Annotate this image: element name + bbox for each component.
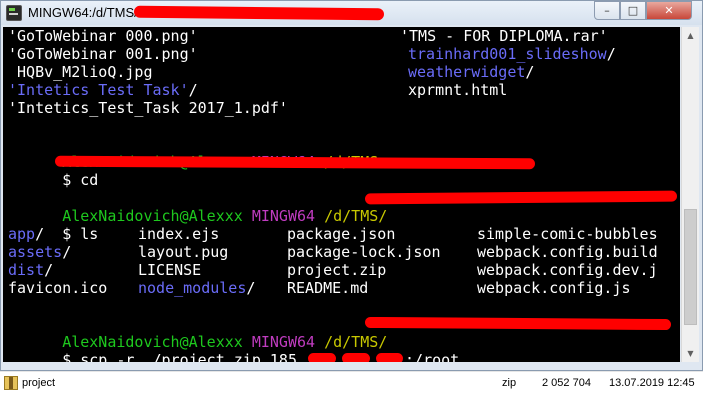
vertical-scrollbar[interactable]: ▲ ▼ xyxy=(681,27,699,362)
file-date: 13.07.2019 12:45 xyxy=(609,377,695,389)
directory-entry: node_modules xyxy=(138,279,247,297)
file-entry: LICENSE xyxy=(138,261,202,279)
file-entry: 'Intetics_Test_Task 2017_1.pdf' xyxy=(8,99,288,117)
file-entry: webpack.config.js xyxy=(477,279,631,297)
close-button[interactable]: ✕ xyxy=(646,1,692,20)
listing-row: 'Intetics_Test_Task 2017_1.pdf' xyxy=(8,99,288,117)
dir-slash: / xyxy=(62,243,72,261)
command-text: $ ls xyxy=(62,225,99,243)
maximize-icon: □ xyxy=(627,4,639,17)
shell-prompt: AlexNaidovich@Alexxx MINGW64 /d/TMS/ xyxy=(8,189,387,225)
redaction-mark xyxy=(364,190,678,205)
zip-file-icon xyxy=(4,376,18,390)
file-type: zip xyxy=(502,377,517,389)
command-text: $ cd xyxy=(62,171,108,189)
redaction-mark xyxy=(364,316,672,331)
title-bar[interactable]: MINGW64:/d/TMS/ – □ ✕ xyxy=(1,1,702,25)
listing-row: 'GoToWebinar 001.png' trainhard001_slide… xyxy=(8,45,616,63)
directory-entry: dist xyxy=(8,261,45,279)
dir-slash: / xyxy=(35,225,45,243)
scroll-down-icon[interactable]: ▼ xyxy=(682,345,699,362)
title-redaction xyxy=(133,5,385,21)
shell-prompt: AlexNaidovich@Alexxx MINGW64 /d/TMS xyxy=(8,135,378,171)
redacted-ip xyxy=(306,351,405,362)
listing-row: assets/ layout.pug package-lock.json web… xyxy=(8,243,658,261)
file-entry: package-lock.json xyxy=(287,243,441,261)
file-entry: index.ejs xyxy=(138,225,220,243)
terminal-app-icon xyxy=(6,5,22,21)
listing-row: 'Intetics Test Task'/ xprmnt.html xyxy=(8,81,507,99)
file-entry: layout.pug xyxy=(138,243,229,261)
minimize-icon: – xyxy=(604,4,610,17)
file-entry: 'GoToWebinar 001.png' xyxy=(8,45,198,63)
maximize-button[interactable]: □ xyxy=(620,1,646,20)
dir-slash: / xyxy=(44,261,54,279)
listing-row: favicon.ico node_modules/ README.md webp… xyxy=(8,279,631,297)
minimize-button[interactable]: – xyxy=(594,1,620,20)
listing-row: dist/ LICENSE project.zip webpack.config… xyxy=(8,261,658,279)
file-entry: 'TMS - FOR DIPLOMA.rar' xyxy=(400,27,608,45)
close-icon: ✕ xyxy=(664,4,674,17)
file-entry: simple-comic-bubbles xyxy=(477,225,658,243)
directory-entry: 'Intetics Test Task' xyxy=(8,81,189,99)
file-entry: project.zip xyxy=(287,261,387,279)
file-entry: webpack.config.dev.j xyxy=(477,261,658,279)
dir-slash: / xyxy=(606,45,616,63)
prompt-shell: MINGW64 xyxy=(251,207,316,225)
dir-slash: / xyxy=(246,279,256,297)
file-entry: webpack.config.build xyxy=(477,243,658,261)
directory-entry: trainhard001_slideshow xyxy=(408,45,607,63)
prompt-path: /d/TMS/ xyxy=(324,207,388,225)
file-list-row[interactable]: project zip 2 052 704 13.07.2019 12:45 xyxy=(0,371,703,395)
shell-prompt: AlexNaidovich@Alexxx MINGW64 /d/TMS/ xyxy=(8,315,387,351)
file-entry: HQBv_M2lioQ.jpg xyxy=(8,63,153,81)
command-text: $ scp -r ./project.zip 185. xyxy=(62,351,307,362)
file-entry: favicon.ico xyxy=(8,279,108,297)
scroll-thumb[interactable] xyxy=(684,209,697,325)
command-line: $ ls xyxy=(8,207,98,243)
directory-entry: assets xyxy=(8,243,63,261)
listing-row: app/ index.ejs package.json simple-comic… xyxy=(8,225,658,243)
dir-slash: / xyxy=(188,81,198,99)
file-entry: package.json xyxy=(287,225,396,243)
file-size: 2 052 704 xyxy=(542,377,591,389)
file-entry: 'GoToWebinar 000.png' xyxy=(8,27,198,45)
window-title: MINGW64:/d/TMS/ xyxy=(28,5,138,20)
dir-slash: / xyxy=(525,63,535,81)
terminal-output[interactable]: 'GoToWebinar 000.png' 'TMS - FOR DIPLOMA… xyxy=(3,27,680,362)
terminal-window: MINGW64:/d/TMS/ – □ ✕ 'GoToWebinar 000.p… xyxy=(0,0,703,371)
listing-row: 'GoToWebinar 000.png' 'TMS - FOR DIPLOMA… xyxy=(8,27,608,45)
file-entry: xprmnt.html xyxy=(408,81,508,99)
directory-entry: app xyxy=(8,225,36,243)
scroll-up-icon[interactable]: ▲ xyxy=(682,27,699,44)
directory-entry: weatherwidget xyxy=(408,63,526,81)
listing-row: HQBv_M2lioQ.jpg weatherwidget/ xyxy=(8,63,534,81)
command-line: $ scp -r ./project.zip 185. :/root xyxy=(8,333,459,362)
file-entry: README.md xyxy=(287,279,369,297)
file-name: project xyxy=(22,377,56,389)
command-text: :/root xyxy=(405,351,460,362)
